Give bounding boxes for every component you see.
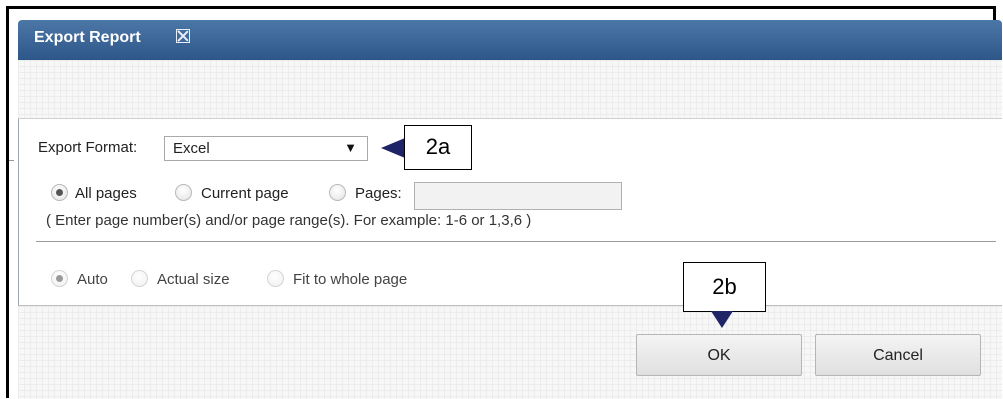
close-icon[interactable] <box>176 29 190 43</box>
page-range-hint: ( Enter page number(s) and/or page range… <box>46 212 532 229</box>
export-format-value: Excel <box>173 140 210 157</box>
radio-pages[interactable] <box>329 184 346 201</box>
radio-all-pages-label[interactable]: All pages <box>75 185 137 202</box>
callout-arrow-icon <box>381 138 405 158</box>
callout-arrow-icon <box>711 311 733 328</box>
radio-auto[interactable] <box>51 270 68 287</box>
pages-range-input[interactable] <box>414 182 622 210</box>
radio-auto-label[interactable]: Auto <box>77 271 108 288</box>
radio-all-pages[interactable] <box>51 184 68 201</box>
dialog-title: Export Report <box>34 29 141 46</box>
callout-2a: 2a <box>404 125 472 170</box>
background-window-edge <box>9 160 14 201</box>
dropdown-arrow-icon: ▼ <box>344 140 357 155</box>
ok-button[interactable]: OK <box>636 334 802 376</box>
radio-current-page[interactable] <box>175 184 192 201</box>
radio-actual-size-label[interactable]: Actual size <box>157 271 230 288</box>
export-format-label: Export Format: <box>38 139 138 156</box>
dialog-header-area <box>18 60 1002 119</box>
radio-actual-size[interactable] <box>131 270 148 287</box>
dialog-titlebar[interactable]: Export Report <box>18 20 1002 60</box>
radio-current-page-label[interactable]: Current page <box>201 185 289 202</box>
radio-pages-label[interactable]: Pages: <box>355 185 402 202</box>
radio-fit-to-whole-page-label[interactable]: Fit to whole page <box>293 271 407 288</box>
callout-2b: 2b <box>683 262 766 312</box>
export-format-select[interactable]: Excel ▼ <box>164 136 368 161</box>
cancel-button[interactable]: Cancel <box>815 334 981 376</box>
section-divider <box>36 241 996 242</box>
radio-fit-to-whole-page[interactable] <box>267 270 284 287</box>
